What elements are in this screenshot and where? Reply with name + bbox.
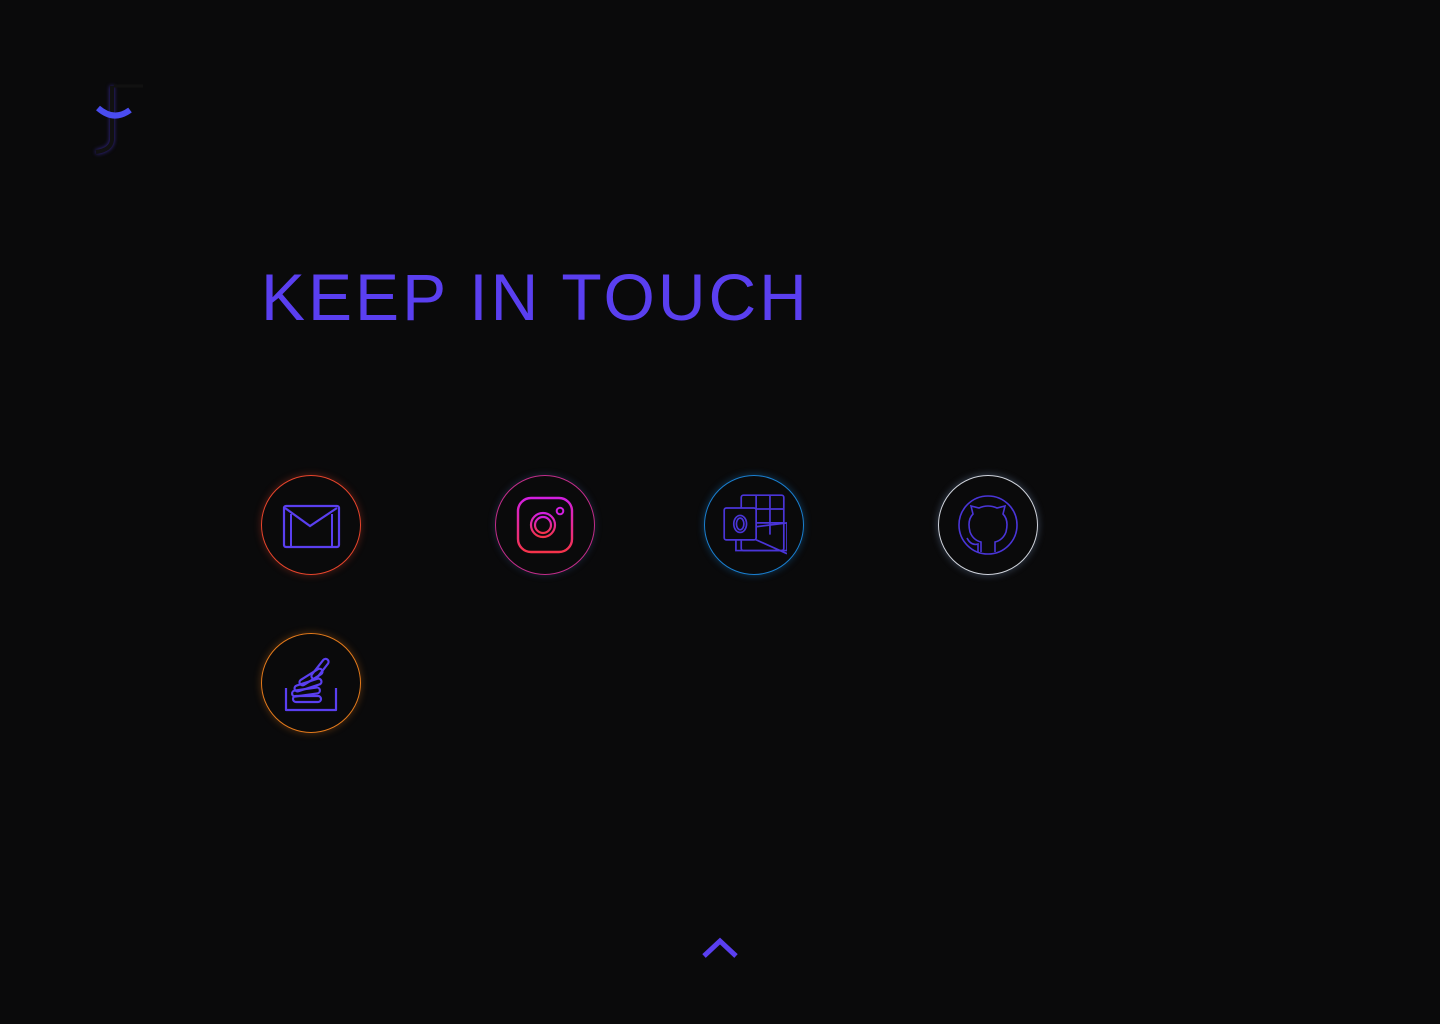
github-link[interactable]: [938, 475, 1038, 575]
outlook-link[interactable]: [704, 475, 804, 575]
instagram-link[interactable]: [495, 475, 595, 575]
logo[interactable]: [88, 82, 148, 158]
chevron-up-icon[interactable]: [700, 934, 740, 964]
github-icon: [958, 495, 1018, 555]
stackoverflow-link[interactable]: [261, 633, 361, 733]
outlook-icon: [723, 494, 787, 555]
page-title: KEEP IN TOUCH: [261, 260, 810, 334]
stackoverflow-icon: [284, 657, 338, 712]
instagram-icon: [516, 496, 574, 554]
gmail-link[interactable]: [261, 475, 361, 575]
mail-icon: [282, 504, 341, 549]
